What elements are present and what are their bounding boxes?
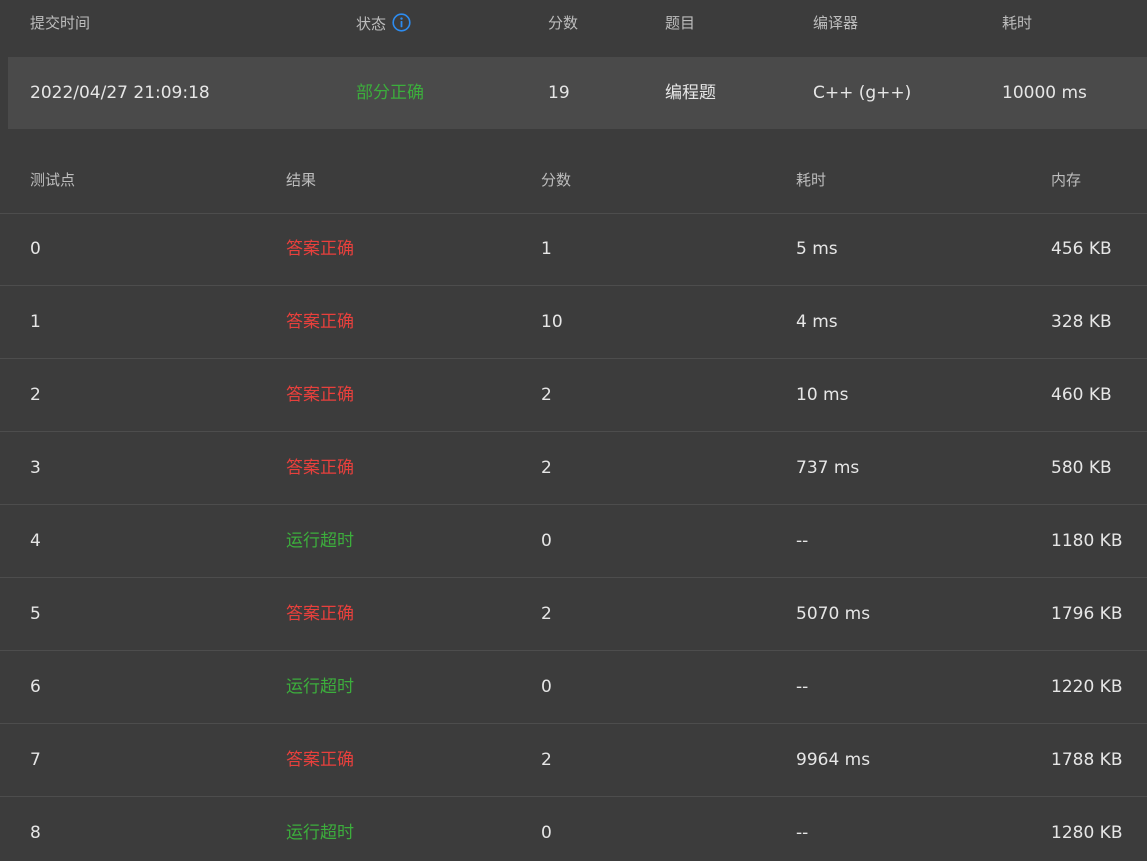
table-row: 7 答案正确 2 9964 ms 1788 KB <box>0 724 1147 797</box>
testcase-time: -- <box>796 531 809 551</box>
testcase-memory: 456 KB <box>1051 239 1112 259</box>
testcase-id: 5 <box>30 604 41 624</box>
status-badge: 部分正确 <box>356 83 424 103</box>
testcase-memory: 328 KB <box>1051 312 1112 332</box>
testcase-memory: 460 KB <box>1051 385 1112 405</box>
testcase-score: 1 <box>541 239 552 259</box>
testcase-score: 2 <box>541 604 552 624</box>
header-time: 耗时 <box>1002 14 1033 32</box>
testcase-time: 737 ms <box>796 458 860 478</box>
table-row: 3 答案正确 2 737 ms 580 KB <box>0 432 1147 505</box>
table-row: 0 答案正确 1 5 ms 456 KB <box>0 213 1147 286</box>
header-tc-score: 分数 <box>541 171 572 189</box>
testcase-memory: 1788 KB <box>1051 750 1123 770</box>
testcase-memory: 1280 KB <box>1051 823 1123 843</box>
header-result: 结果 <box>286 171 317 189</box>
result-badge: 运行超时 <box>286 677 354 697</box>
testcase-id: 6 <box>30 677 41 697</box>
table-row: 1 答案正确 10 4 ms 328 KB <box>0 286 1147 359</box>
testcase-score: 10 <box>541 312 563 332</box>
result-badge: 答案正确 <box>286 458 354 478</box>
testcase-memory: 1220 KB <box>1051 677 1123 697</box>
testcase-id: 0 <box>30 239 41 259</box>
testcase-time: -- <box>796 677 809 697</box>
testcase-score: 2 <box>541 750 552 770</box>
submit-time-value: 2022/04/27 21:09:18 <box>30 83 210 103</box>
testcase-table-body: 0 答案正确 1 5 ms 456 KB 1 答案正确 10 4 ms 328 KB 2 答案正确 2 1… <box>0 213 1147 861</box>
table-row: 2 答案正确 2 10 ms 460 KB <box>0 359 1147 432</box>
testcase-time: 10 ms <box>796 385 849 405</box>
testcase-time: 4 ms <box>796 312 838 332</box>
result-badge: 答案正确 <box>286 239 354 259</box>
testcase-score: 2 <box>541 458 552 478</box>
testcase-score: 2 <box>541 385 552 405</box>
header-tc-time: 耗时 <box>796 171 827 189</box>
testcase-time: -- <box>796 823 809 843</box>
header-problem: 题目 <box>665 14 696 32</box>
result-badge: 运行超时 <box>286 823 354 843</box>
summary-table-header: 提交时间 状态 分数 题目 编译器 耗时 <box>0 0 1147 46</box>
header-submit-time: 提交时间 <box>30 14 91 32</box>
result-badge: 答案正确 <box>286 312 354 332</box>
time-value: 10000 ms <box>1002 83 1087 103</box>
testcase-table-header: 测试点 结果 分数 耗时 内存 <box>0 145 1147 214</box>
submission-detail-page: 提交时间 状态 分数 题目 编译器 耗时 2022/04/27 21:09:18… <box>0 0 1147 861</box>
table-row: 6 运行超时 0 -- 1220 KB <box>0 651 1147 724</box>
compiler-value: C++ (g++) <box>813 83 912 103</box>
result-badge: 答案正确 <box>286 604 354 624</box>
table-row: 4 运行超时 0 -- 1180 KB <box>0 505 1147 578</box>
table-row: 5 答案正确 2 5070 ms 1796 KB <box>0 578 1147 651</box>
testcase-memory: 580 KB <box>1051 458 1112 478</box>
result-badge: 答案正确 <box>286 750 354 770</box>
header-testcase: 测试点 <box>30 171 76 189</box>
testcase-score: 0 <box>541 677 552 697</box>
header-compiler: 编译器 <box>813 14 859 32</box>
testcase-score: 0 <box>541 531 552 551</box>
header-status-label: 状态 <box>356 15 387 33</box>
testcase-id: 2 <box>30 385 41 405</box>
testcase-time: 5070 ms <box>796 604 871 624</box>
testcase-time: 5 ms <box>796 239 838 259</box>
testcase-id: 1 <box>30 312 41 332</box>
testcase-id: 3 <box>30 458 41 478</box>
summary-row: 2022/04/27 21:09:18 部分正确 19 编程题 C++ (g++… <box>8 57 1147 129</box>
header-status: 状态 <box>356 13 411 37</box>
header-memory: 内存 <box>1051 171 1082 189</box>
result-badge: 答案正确 <box>286 385 354 405</box>
testcase-score: 0 <box>541 823 552 843</box>
testcase-memory: 1796 KB <box>1051 604 1123 624</box>
testcase-id: 4 <box>30 531 41 551</box>
testcase-memory: 1180 KB <box>1051 531 1123 551</box>
score-value: 19 <box>548 83 570 103</box>
testcase-id: 8 <box>30 823 41 843</box>
table-row: 8 运行超时 0 -- 1280 KB <box>0 797 1147 861</box>
testcase-time: 9964 ms <box>796 750 871 770</box>
result-badge: 运行超时 <box>286 531 354 551</box>
testcase-id: 7 <box>30 750 41 770</box>
header-score: 分数 <box>548 14 579 32</box>
problem-link[interactable]: 编程题 <box>665 83 716 103</box>
info-circle-icon[interactable] <box>392 13 411 37</box>
